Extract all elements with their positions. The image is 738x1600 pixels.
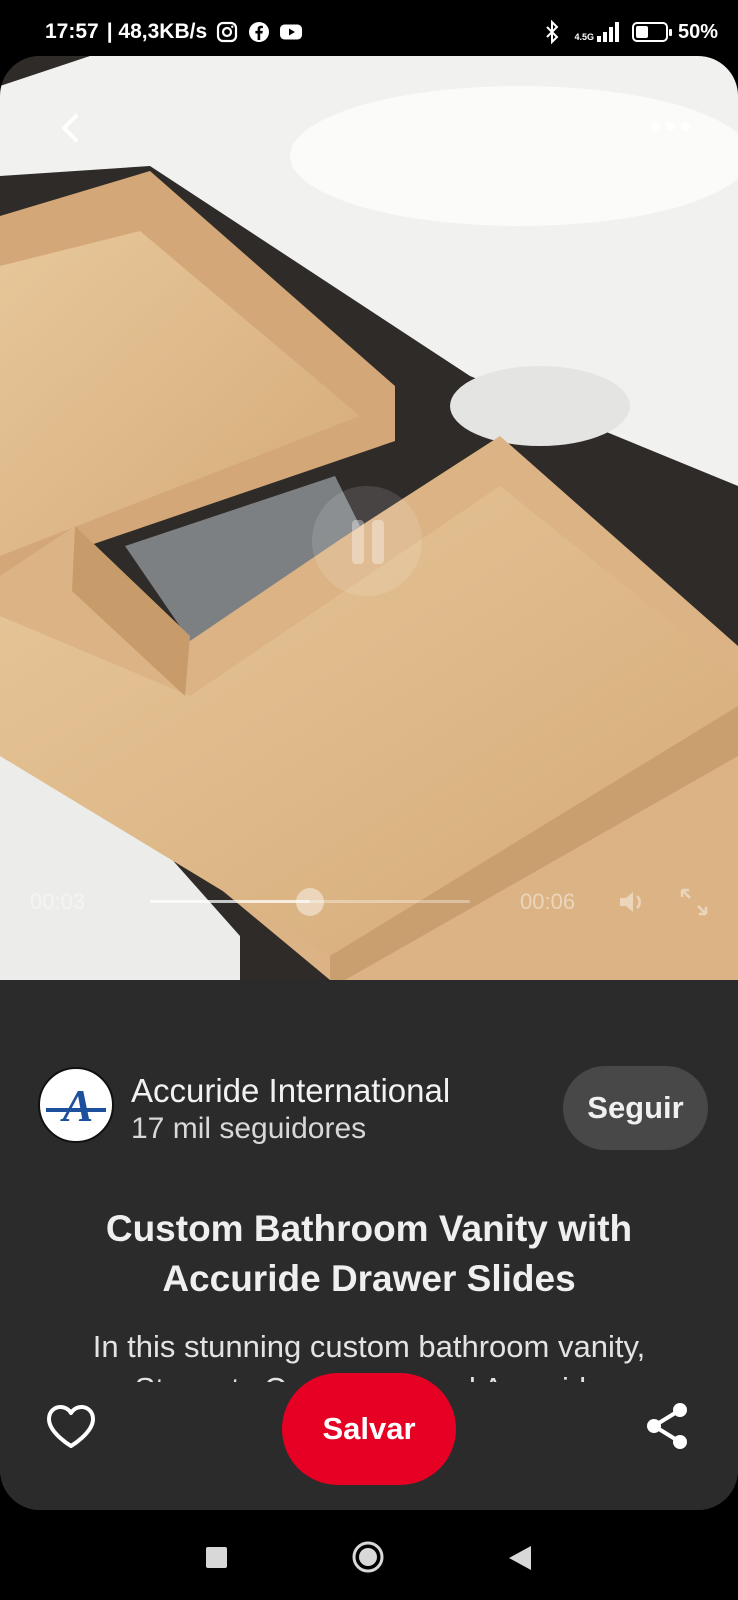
video-player[interactable]: 00:03 00:06 — [0, 56, 738, 980]
follow-button[interactable]: Seguir — [563, 1066, 708, 1150]
share-button[interactable] — [640, 1398, 696, 1454]
back-button[interactable] — [50, 106, 94, 150]
recents-button[interactable] — [206, 1547, 227, 1568]
volume-icon[interactable] — [614, 884, 650, 920]
network-speed: | 48,3KB/s — [106, 20, 208, 43]
home-button[interactable] — [351, 1540, 385, 1574]
svg-text:A: A — [60, 1080, 94, 1131]
facebook-icon — [249, 22, 270, 42]
nav-back-button[interactable] — [507, 1544, 533, 1572]
network-type: 4.5G — [574, 32, 594, 42]
share-icon — [647, 1403, 687, 1449]
battery-icon — [631, 22, 672, 42]
more-icon — [650, 121, 660, 131]
status-left: 17:57 | 48,3KB/s — [45, 20, 303, 44]
pin-info: A Accuride International 17 mil seguidor… — [0, 980, 738, 1510]
profile-name[interactable]: Accuride International — [131, 1072, 450, 1110]
video-controls: 00:03 00:06 — [0, 876, 738, 936]
signal-icon — [596, 22, 619, 42]
avatar[interactable]: A — [38, 1067, 114, 1143]
current-time: 00:03 — [30, 889, 86, 914]
battery-fill — [635, 26, 648, 38]
like-button[interactable] — [40, 1396, 102, 1458]
accuride-logo: A — [46, 1080, 106, 1131]
total-time: 00:06 — [520, 889, 576, 914]
seek-bar-fill — [150, 900, 310, 903]
follower-count: 17 mil seguidores — [131, 1112, 367, 1145]
heart-icon — [47, 1405, 95, 1448]
instagram-icon — [217, 21, 238, 43]
seek-thumb[interactable] — [296, 888, 324, 916]
more-icon-dot — [680, 121, 690, 131]
pin-title: Custom Bathroom Vanity with Accuride Dra… — [105, 1208, 633, 1299]
chevron-left-icon — [62, 114, 78, 142]
save-button[interactable]: Salvar — [282, 1373, 456, 1485]
youtube-icon — [280, 24, 303, 40]
status-right: 4.5G 50% — [540, 20, 718, 44]
clock: 17:57 — [45, 20, 99, 43]
pause-icon[interactable] — [312, 486, 422, 596]
more-icon-dot — [665, 121, 675, 131]
seek-bar[interactable] — [150, 888, 470, 916]
system-nav-bar — [0, 1510, 738, 1600]
bluetooth-icon — [546, 20, 559, 44]
more-button[interactable] — [642, 111, 698, 141]
battery-percent: 50% — [677, 20, 718, 43]
pin-card: 00:03 00:06 A Accuride International 17 … — [0, 56, 738, 1510]
expand-icon[interactable] — [676, 884, 712, 920]
